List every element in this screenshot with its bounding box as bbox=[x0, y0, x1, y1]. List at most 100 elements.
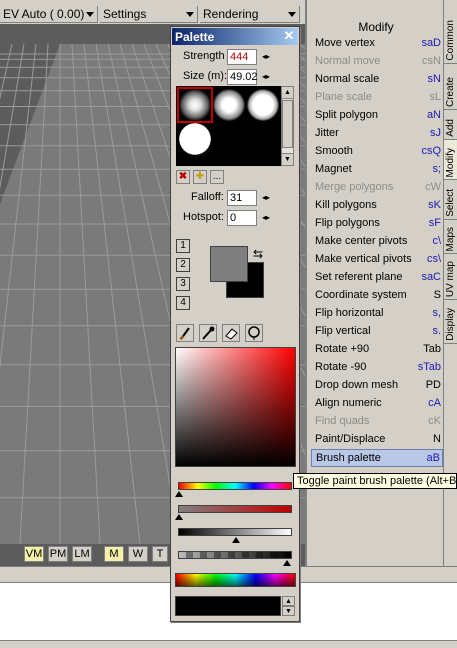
value-slider-handle[interactable] bbox=[232, 537, 240, 543]
brush-medium[interactable] bbox=[213, 89, 245, 121]
ev-select[interactable]: EV Auto ( 0.00) bbox=[0, 6, 98, 23]
saturation-slider[interactable] bbox=[178, 505, 292, 513]
opacity-slider-handle[interactable] bbox=[283, 560, 291, 566]
brush-list-scrollbar[interactable]: ▲ ▼ bbox=[281, 86, 294, 166]
brush-solid[interactable] bbox=[179, 123, 211, 155]
menu-item[interactable]: Jitter sJ bbox=[311, 125, 443, 143]
menu-item[interactable]: Flip vertical s. bbox=[311, 323, 443, 341]
scroll-up-icon[interactable]: ▲ bbox=[283, 597, 294, 606]
settings-select[interactable]: Settings bbox=[100, 6, 198, 23]
menu-item[interactable]: Brush palette aB bbox=[311, 449, 443, 467]
tab-select[interactable]: Select bbox=[444, 180, 457, 220]
menu-item[interactable]: Rotate -90 sTab bbox=[311, 359, 443, 377]
palette-titlebar[interactable]: Palette ✕ bbox=[172, 28, 298, 45]
falloff-spinner-icon[interactable]: ◂▸ bbox=[259, 191, 273, 205]
eraser-icon[interactable] bbox=[222, 324, 240, 342]
menu-item[interactable]: Move vertex saD bbox=[311, 35, 443, 53]
menu-item-shortcut: sTab bbox=[417, 361, 441, 373]
slot-4-button[interactable]: 4 bbox=[176, 296, 190, 310]
menu-item[interactable]: Find quads cK bbox=[311, 413, 443, 431]
menu-item[interactable]: Set referent plane saC bbox=[311, 269, 443, 287]
menu-item[interactable]: Plane scale sL bbox=[311, 89, 443, 107]
hotspot-spinner-icon[interactable]: ◂▸ bbox=[259, 211, 273, 225]
tab-add[interactable]: Add bbox=[444, 110, 457, 140]
recent-color-swatch[interactable] bbox=[175, 596, 281, 616]
recent-color-spinner[interactable]: ▲ ▼ bbox=[282, 596, 295, 616]
menu-item[interactable]: Rotate +90 Tab bbox=[311, 341, 443, 359]
slot-3-button[interactable]: 3 bbox=[176, 277, 190, 291]
rendering-select[interactable]: Rendering bbox=[200, 6, 300, 23]
menu-item[interactable]: Smooth csQ bbox=[311, 143, 443, 161]
scroll-down-icon[interactable]: ▼ bbox=[282, 153, 293, 165]
scroll-thumb[interactable] bbox=[282, 100, 293, 148]
brush-hard[interactable] bbox=[247, 89, 279, 121]
menu-item-shortcut: cK bbox=[428, 415, 441, 427]
w-button[interactable]: W bbox=[128, 546, 148, 562]
status-bar bbox=[0, 640, 457, 648]
saturation-slider-handle[interactable] bbox=[175, 514, 183, 520]
value-slider[interactable] bbox=[178, 528, 292, 536]
menu-item[interactable]: Merge polygons cW bbox=[311, 179, 443, 197]
delete-brush-icon[interactable]: ✖ bbox=[176, 170, 190, 184]
tab-modify[interactable]: Modify bbox=[444, 140, 457, 180]
menu-item-label: Normal scale bbox=[315, 73, 380, 85]
menu-item-shortcut: sN bbox=[427, 73, 441, 85]
hue-slider[interactable] bbox=[178, 482, 292, 490]
menu-item[interactable]: Coordinate system S bbox=[311, 287, 443, 305]
hotspot-label: Hotspot: bbox=[183, 211, 224, 223]
slot-1-button[interactable]: 1 bbox=[176, 239, 190, 253]
menu-item-shortcut: sJ bbox=[430, 127, 441, 139]
tab-common[interactable]: Common bbox=[444, 0, 457, 64]
falloff-input[interactable]: 31 bbox=[227, 190, 257, 206]
fill-tool-icon[interactable] bbox=[245, 324, 263, 342]
strength-input[interactable]: 444 bbox=[227, 49, 257, 65]
menu-item[interactable]: Kill polygons sK bbox=[311, 197, 443, 215]
menu-item-shortcut: saD bbox=[421, 37, 441, 49]
lm-button[interactable]: LM bbox=[72, 546, 92, 562]
foreground-color-swatch[interactable] bbox=[210, 246, 248, 282]
close-icon[interactable]: ✕ bbox=[282, 29, 296, 43]
pm-button[interactable]: PM bbox=[48, 546, 68, 562]
tab-maps[interactable]: Maps bbox=[444, 220, 457, 254]
menu-item[interactable]: Drop down mesh PD bbox=[311, 377, 443, 395]
hotspot-input[interactable]: 0 bbox=[227, 210, 257, 226]
swap-colors-icon[interactable]: ⇆ bbox=[253, 247, 263, 261]
menu-item[interactable]: Make center pivots c\ bbox=[311, 233, 443, 251]
size-input[interactable]: 49.02 bbox=[227, 69, 258, 85]
menu-item[interactable]: Paint/Displace N bbox=[311, 431, 443, 449]
size-spinner-icon[interactable]: ◂▸ bbox=[259, 70, 273, 84]
menu-item-label: Make center pivots bbox=[315, 235, 408, 247]
menu-item[interactable]: Normal move csN bbox=[311, 53, 443, 71]
tab-create[interactable]: Create bbox=[444, 64, 457, 110]
menu-item-label: Move vertex bbox=[315, 37, 375, 49]
opacity-slider[interactable] bbox=[178, 551, 292, 559]
scroll-down-icon[interactable]: ▼ bbox=[283, 606, 294, 615]
menu-item[interactable]: Magnet s; bbox=[311, 161, 443, 179]
m-button[interactable]: M bbox=[104, 546, 124, 562]
menu-item-label: Align numeric bbox=[315, 397, 382, 409]
add-brush-icon[interactable]: ✚ bbox=[193, 170, 207, 184]
tab-display[interactable]: Display bbox=[444, 300, 457, 344]
t-button[interactable]: T bbox=[152, 546, 168, 562]
more-brush-button[interactable]: ... bbox=[210, 170, 224, 184]
hue-slider-handle[interactable] bbox=[175, 491, 183, 497]
menu-item[interactable]: Align numeric cA bbox=[311, 395, 443, 413]
strength-spinner-icon[interactable]: ◂▸ bbox=[259, 50, 273, 64]
brush-tool-icon[interactable] bbox=[176, 324, 194, 342]
menu-item-shortcut: sF bbox=[428, 217, 441, 229]
menu-item-label: Set referent plane bbox=[315, 271, 403, 283]
tab-uv-map[interactable]: UV map bbox=[444, 254, 457, 300]
menu-item[interactable]: Flip polygons sF bbox=[311, 215, 443, 233]
slot-2-button[interactable]: 2 bbox=[176, 258, 190, 272]
menu-item[interactable]: Split polygon aN bbox=[311, 107, 443, 125]
spectrum-strip[interactable] bbox=[175, 573, 296, 587]
menu-item[interactable]: Normal scale sN bbox=[311, 71, 443, 89]
menu-item[interactable]: Flip horizontal s, bbox=[311, 305, 443, 323]
brush-soft[interactable] bbox=[177, 87, 213, 123]
menu-item-shortcut: sL bbox=[429, 91, 441, 103]
color-picker-field[interactable] bbox=[175, 347, 296, 467]
menu-item[interactable]: Make vertical pivots cs\ bbox=[311, 251, 443, 269]
eyedropper-icon[interactable] bbox=[199, 324, 217, 342]
vm-button[interactable]: VM bbox=[24, 546, 44, 562]
scroll-up-icon[interactable]: ▲ bbox=[282, 87, 293, 99]
